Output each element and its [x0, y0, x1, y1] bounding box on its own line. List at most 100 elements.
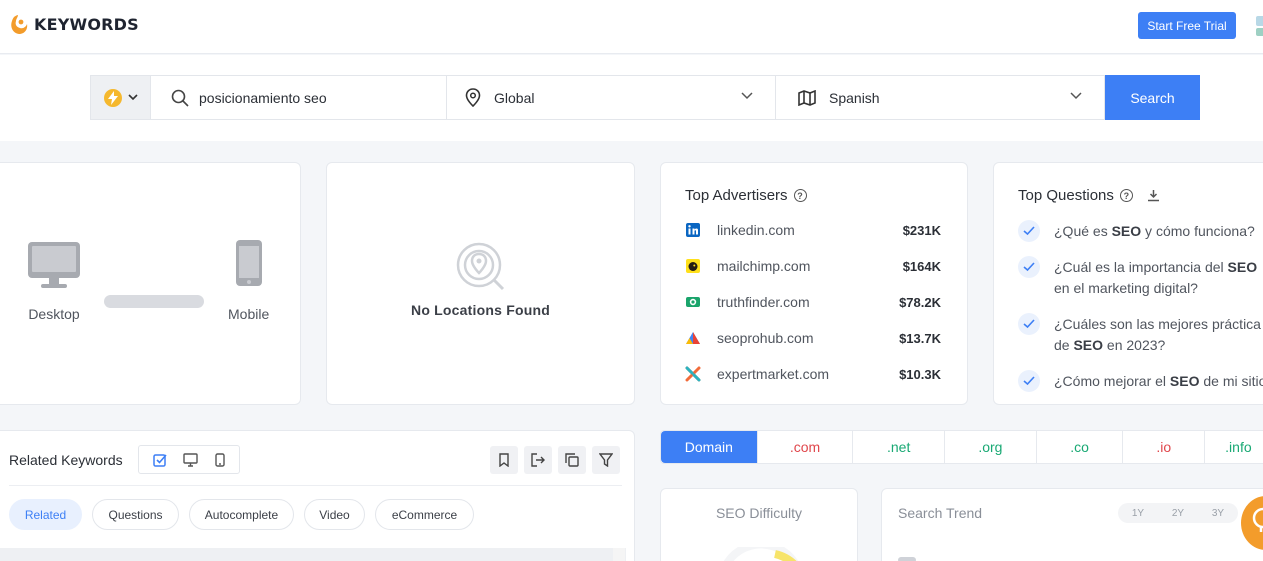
check-icon [1018, 370, 1040, 392]
range-3y[interactable]: 3Y [1212, 508, 1224, 519]
advertiser-domain: seoprohub.com [717, 330, 814, 346]
device-split-card: Desktop Mobile [0, 162, 301, 405]
difficulty-gauge [723, 547, 799, 561]
brand-logo[interactable]: KEYWORDS [8, 12, 139, 36]
search-type-selector[interactable] [90, 75, 151, 120]
range-2y[interactable]: 2Y [1172, 508, 1184, 519]
divider [9, 485, 622, 486]
keyword-field[interactable] [151, 75, 447, 120]
chevron-down-icon [741, 92, 753, 100]
domain-extension-tabs: Domain .com .net .org .co .io .info [660, 430, 1263, 464]
search-trend-title: Search Trend [898, 505, 983, 521]
no-locations-text: No Locations Found [411, 302, 550, 318]
chevron-down-icon [127, 94, 138, 101]
keywords-logo-icon [11, 15, 28, 34]
chip-related[interactable]: Related [9, 499, 82, 530]
map-icon [798, 89, 816, 106]
check-icon [1018, 220, 1040, 242]
question-item[interactable]: ¿Cuál es la importancia del SEO en el mar… [1018, 256, 1263, 299]
keywords-table-header [0, 548, 626, 561]
chip-questions[interactable]: Questions [92, 499, 179, 530]
language-select[interactable]: Spanish [776, 75, 1105, 120]
desktop-stat: Desktop [27, 241, 81, 322]
location-select[interactable]: Global [447, 75, 776, 120]
language-value: Spanish [829, 89, 880, 106]
question-text: ¿Cuáles son las mejores práctica de SEO e… [1054, 316, 1261, 353]
search-bar: Global Spanish Search [0, 55, 1263, 141]
tab-domain[interactable]: Domain [661, 431, 758, 463]
tab-io[interactable]: .io [1123, 431, 1206, 463]
location-value: Global [494, 89, 535, 106]
truthfinder-icon [686, 297, 700, 307]
tab-com[interactable]: .com [758, 431, 854, 463]
search-trend-card: Search Trend 1Y 2Y 3Y [881, 488, 1263, 561]
seo-difficulty-card: SEO Difficulty [660, 488, 858, 561]
advertiser-spend: $164K [902, 258, 941, 274]
tab-co[interactable]: .co [1037, 431, 1124, 463]
user-avatar-icon[interactable] [1254, 14, 1263, 38]
export-button[interactable] [524, 446, 552, 474]
search-icon [171, 89, 189, 107]
range-1y[interactable]: 1Y [1132, 508, 1144, 519]
top-advertisers-title-text: Top Advertisers [685, 187, 788, 204]
copy-icon [565, 453, 579, 467]
help-icon[interactable]: ? [793, 189, 807, 202]
download-icon[interactable] [1147, 189, 1160, 202]
question-item[interactable]: ¿Cómo mejorar el SEO de mi sitio [1018, 370, 1263, 393]
linkedin-icon [686, 223, 700, 237]
chat-bulb-icon [1252, 507, 1263, 532]
location-pin-icon [465, 88, 481, 107]
top-questions-card: Top Questions ? ¿Qué es SEO y cómo funci… [993, 162, 1263, 405]
question-item[interactable]: ¿Cuáles son las mejores práctica de SEO e… [1018, 313, 1263, 356]
copy-button[interactable] [558, 446, 586, 474]
advertiser-domain: linkedin.com [717, 222, 795, 238]
seo-difficulty-title: SEO Difficulty [715, 505, 803, 521]
expertmarket-icon [685, 366, 701, 382]
advertiser-row[interactable]: seoprohub.com $13.7K [685, 328, 941, 348]
start-free-trial-button[interactable]: Start Free Trial [1138, 12, 1236, 39]
scrollbar[interactable] [613, 548, 625, 561]
tab-info[interactable]: .info [1205, 431, 1263, 463]
advertiser-row[interactable]: truthfinder.com $78.2K [685, 292, 941, 312]
search-button[interactable]: Search [1105, 75, 1200, 120]
bolt-icon [103, 88, 122, 107]
mobile-label: Mobile [228, 306, 270, 322]
tab-org[interactable]: .org [945, 431, 1037, 463]
help-icon[interactable]: ? [1119, 189, 1133, 202]
keyword-input[interactable] [199, 89, 429, 106]
bookmark-icon [499, 453, 509, 467]
desktop-label: Desktop [28, 306, 80, 322]
question-item[interactable]: ¿Qué es SEO y cómo funciona? [1018, 220, 1263, 243]
advertiser-row[interactable]: linkedin.com $231K [685, 220, 941, 240]
advertiser-spend: $10.3K [899, 366, 941, 382]
top-advertisers-title: Top Advertisers ? [685, 187, 807, 204]
top-advertisers-card: Top Advertisers ? linkedin.com $231K mai… [660, 162, 968, 405]
top-questions-title-text: Top Questions [1018, 187, 1114, 204]
chip-ecommerce[interactable]: eCommerce [375, 499, 474, 530]
checkbox-all-icon[interactable] [153, 453, 167, 467]
mobile-stat: Mobile [228, 239, 269, 322]
tab-net[interactable]: .net [853, 431, 946, 463]
chip-video[interactable]: Video [304, 499, 365, 530]
device-share-bar [104, 295, 204, 308]
desktop-icon[interactable] [183, 452, 199, 467]
brand-name: KEYWORDS [34, 14, 139, 34]
filter-button[interactable] [592, 446, 620, 474]
locations-card: No Locations Found [326, 162, 635, 405]
question-text: ¿Cuál es la importancia del SEO en el mar… [1054, 259, 1258, 296]
advertiser-row[interactable]: mailchimp.com $164K [685, 256, 941, 276]
advertiser-spend: $231K [902, 222, 941, 238]
desktop-icon [28, 242, 80, 288]
related-keywords-title: Related Keywords [9, 452, 123, 468]
chip-autocomplete[interactable]: Autocomplete [189, 499, 294, 530]
advertiser-row[interactable]: expertmarket.com $10.3K [685, 364, 941, 384]
top-questions-title: Top Questions ? [1018, 187, 1160, 204]
trend-placeholder [898, 557, 916, 561]
mobile-icon[interactable] [215, 452, 225, 467]
trend-range-switch: 1Y 2Y 3Y [1118, 503, 1238, 523]
related-toolbar [490, 446, 620, 474]
device-view-switch [138, 445, 240, 474]
mailchimp-icon [686, 259, 700, 273]
bookmark-button[interactable] [490, 446, 518, 474]
advertiser-domain: mailchimp.com [717, 258, 811, 274]
